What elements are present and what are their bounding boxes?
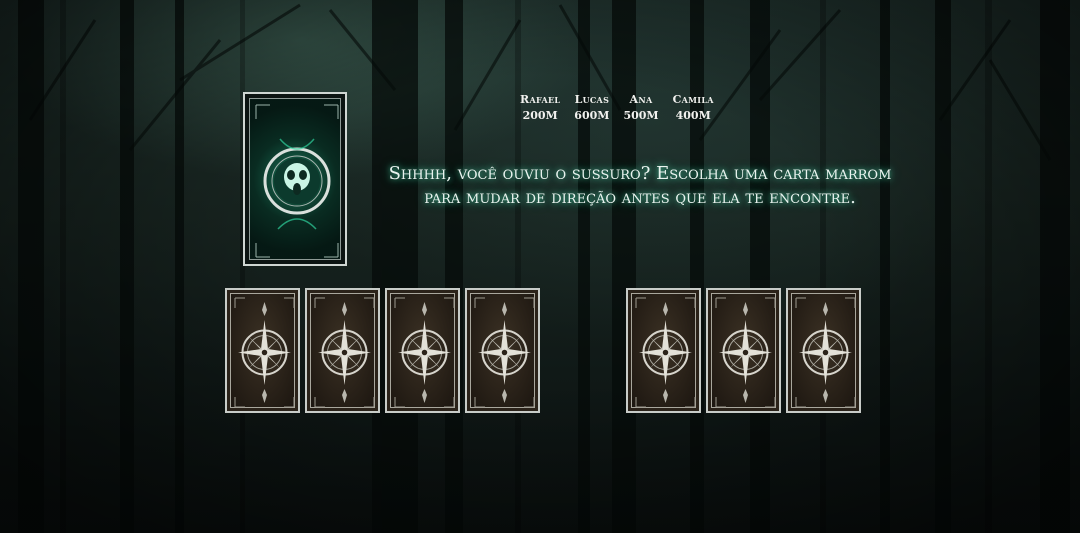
brown-card-1[interactable] — [225, 288, 300, 413]
brown-card-2[interactable] — [305, 288, 380, 413]
compass-rose-icon — [310, 293, 375, 408]
skull-icon — [255, 104, 339, 258]
deck-card-face — [249, 98, 341, 260]
compass-rose-icon — [230, 293, 295, 408]
compass-rose-icon — [390, 293, 455, 408]
player-name: Ana — [629, 93, 653, 106]
deck-card[interactable] — [243, 92, 347, 266]
compass-rose-icon — [711, 293, 776, 408]
compass-rose-icon — [791, 293, 856, 408]
player-name: Camila — [672, 93, 714, 106]
player-distance: 400M — [675, 109, 711, 122]
brown-card-7[interactable] — [786, 288, 861, 413]
player-ana: Ana 500M — [623, 92, 658, 124]
compass-rose-icon — [470, 293, 535, 408]
game-message: Shhhh, você ouviu o sussuro? Escolha uma… — [388, 163, 892, 208]
player-distance: 500M — [623, 109, 659, 122]
player-name: Lucas — [574, 93, 610, 106]
player-rafael: Rafael 200M — [520, 92, 560, 124]
player-distance: 600M — [574, 109, 610, 122]
vignette-overlay — [0, 0, 1080, 533]
brown-card-5[interactable] — [626, 288, 701, 413]
brown-card-3[interactable] — [385, 288, 460, 413]
brown-card-6[interactable] — [706, 288, 781, 413]
player-distance: 200M — [522, 109, 558, 122]
player-name: Rafael — [520, 93, 561, 106]
brown-card-4[interactable] — [465, 288, 540, 413]
compass-rose-icon — [631, 293, 696, 408]
player-lucas: Lucas 600M — [574, 92, 609, 124]
player-scoreboard: Rafael 200M Lucas 600M Ana 500M Camila 4… — [520, 92, 714, 124]
player-camila: Camila 400M — [673, 92, 714, 124]
